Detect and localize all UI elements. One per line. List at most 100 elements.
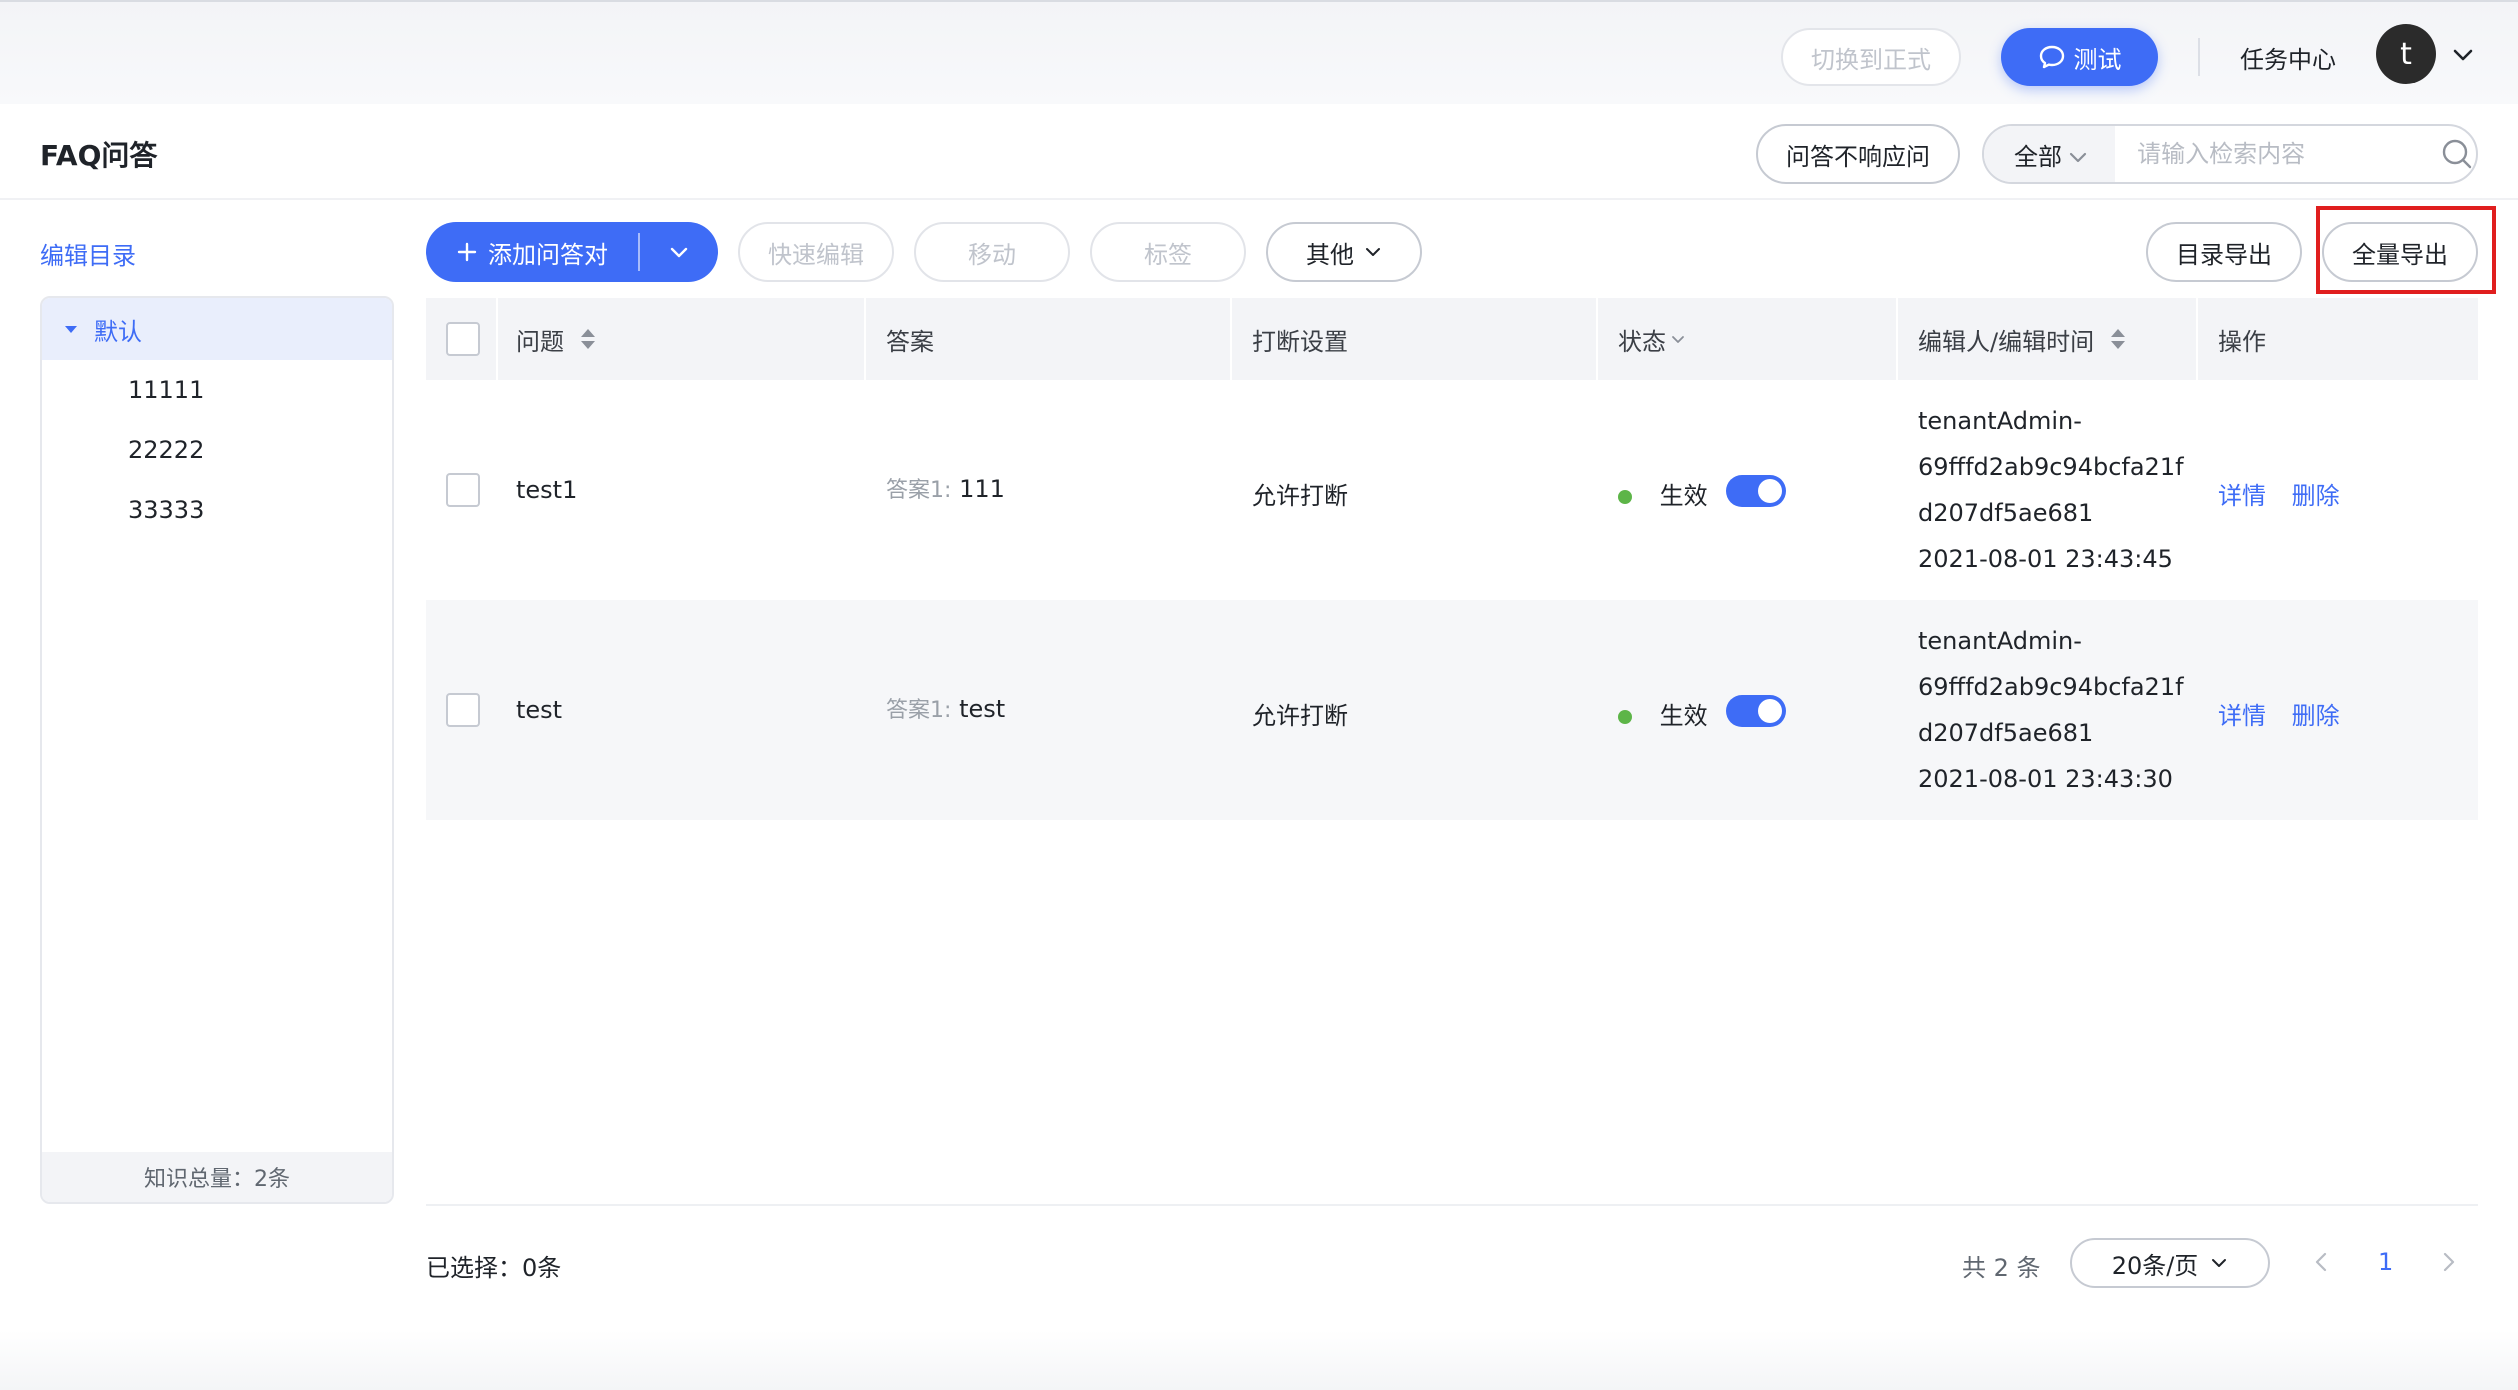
table-row: test1 答案1: 111 允许打断 生效 tenantAdmin- 69ff… <box>426 380 2478 600</box>
edit-directory-link[interactable]: 编辑目录 <box>40 236 136 271</box>
topbar-divider <box>2198 38 2200 76</box>
test-button-label: 测试 <box>2073 45 2122 74</box>
row-interrupt: 允许打断 <box>1252 702 1348 730</box>
tree-item[interactable]: 11111 <box>42 360 392 420</box>
row-question: test1 <box>516 476 578 504</box>
editor-name-line: d207df5ae681 <box>1918 719 2094 747</box>
avatar[interactable]: t <box>2376 24 2436 84</box>
chat-bubble-icon <box>2039 45 2064 69</box>
search-bar: 全部 <box>1982 124 2478 184</box>
column-header-label: 状态 <box>1618 327 1666 356</box>
answer-label: 答案1: <box>886 478 952 503</box>
bottom-fade <box>0 1330 2518 1390</box>
column-header-status[interactable]: 状态 <box>1618 298 1686 380</box>
knowledge-total: 知识总量：2条 <box>42 1152 392 1202</box>
tree-item-label: 默认 <box>94 317 142 346</box>
chevron-down-icon <box>2070 152 2087 163</box>
row-cell-select <box>446 693 480 727</box>
row-answer: 答案1: 111 <box>886 472 1005 504</box>
row-editor: tenantAdmin- 69fffd2ab9c94bcfa21f d207df… <box>1918 398 2184 582</box>
edit-time: 2021-08-01 23:43:30 <box>1918 765 2173 793</box>
row-status: 生效 <box>1618 476 1708 511</box>
status-dot <box>1618 710 1632 724</box>
search-scope-select[interactable]: 全部 <box>1984 126 2116 182</box>
detail-link[interactable]: 详情 <box>2218 482 2266 510</box>
column-divider <box>1896 298 1898 380</box>
editor-name-line: 69fffd2ab9c94bcfa21f <box>1918 673 2184 701</box>
total-count: 共 2 条 <box>1962 1254 2041 1282</box>
move-button[interactable]: 移动 <box>914 222 1070 282</box>
detail-link[interactable]: 详情 <box>2218 702 2266 730</box>
tree-item[interactable]: 22222 <box>42 420 392 480</box>
directory-export-button[interactable]: 目录导出 <box>2146 222 2302 282</box>
tree-item[interactable]: 33333 <box>42 480 392 540</box>
task-center-link[interactable]: 任务中心 <box>2240 40 2336 75</box>
row-checkbox[interactable] <box>446 693 480 727</box>
faq-table: 问题 答案 打断设置 状态 编辑人/编辑时间 操作 test1 答案1: 111… <box>426 298 2478 820</box>
test-button[interactable]: 测试 <box>2001 28 2158 86</box>
other-button[interactable]: 其他 <box>1266 222 1422 282</box>
switch-to-production-button[interactable]: 切换到正式 <box>1781 28 1961 86</box>
row-status: 生效 <box>1618 696 1708 731</box>
chevron-down-icon <box>1672 336 1684 343</box>
row-checkbox[interactable] <box>446 473 480 507</box>
row-actions: 详情 删除 <box>2218 696 2340 731</box>
delete-link[interactable]: 删除 <box>2292 702 2340 730</box>
editor-name-line: tenantAdmin- <box>1918 407 2082 435</box>
status-label: 生效 <box>1659 702 1708 730</box>
editor-name-line: 69fffd2ab9c94bcfa21f <box>1918 453 2184 481</box>
answer-value: test <box>959 695 1006 723</box>
row-cell-select <box>446 473 480 507</box>
column-header-editor[interactable]: 编辑人/编辑时间 <box>1918 298 2128 380</box>
delete-link[interactable]: 删除 <box>2292 482 2340 510</box>
status-toggle[interactable] <box>1726 475 1786 507</box>
unresponsive-questions-button[interactable]: 问答不响应问 <box>1756 124 1960 184</box>
column-divider <box>496 298 498 380</box>
add-qa-pair-dropdown[interactable] <box>640 222 718 282</box>
chevron-down-icon <box>1366 248 1380 256</box>
column-divider <box>1596 298 1598 380</box>
quick-edit-button[interactable]: 快速编辑 <box>738 222 894 282</box>
page-number-current[interactable]: 1 <box>2378 1248 2393 1276</box>
caret-down-icon[interactable] <box>62 320 80 338</box>
edit-time: 2021-08-01 23:43:45 <box>1918 545 2173 573</box>
search-icon[interactable] <box>2437 126 2476 182</box>
page-size-value: 20条/页 <box>2111 1251 2199 1280</box>
status-dot <box>1618 490 1632 504</box>
row-actions: 详情 删除 <box>2218 476 2340 511</box>
column-header-label: 问题 <box>516 327 564 356</box>
other-button-label: 其他 <box>1306 240 1354 269</box>
sort-icon[interactable] <box>2108 326 2128 352</box>
add-qa-pair-button: 添加问答对 <box>426 222 718 282</box>
column-header-question[interactable]: 问题 <box>516 298 598 380</box>
tag-button[interactable]: 标签 <box>1090 222 1246 282</box>
answer-value: 111 <box>959 475 1005 503</box>
select-all-checkbox[interactable] <box>446 322 480 356</box>
sort-icon[interactable] <box>578 326 598 352</box>
column-header-answer: 答案 <box>886 327 934 356</box>
page-size-select[interactable]: 20条/页 <box>2070 1238 2270 1288</box>
column-divider <box>864 298 866 380</box>
add-qa-pair-main[interactable]: 添加问答对 <box>426 222 638 282</box>
select-all-cell <box>446 298 480 380</box>
row-editor: tenantAdmin- 69fffd2ab9c94bcfa21f d207df… <box>1918 618 2184 802</box>
column-header-label: 编辑人/编辑时间 <box>1918 327 2095 356</box>
editor-name-line: d207df5ae681 <box>1918 499 2094 527</box>
column-header-actions: 操作 <box>2218 327 2266 356</box>
faq-page: 切换到正式 测试 任务中心 t FAQ问答 问答不响应问 全部 请输入检索内容 … <box>0 0 2518 1390</box>
chevron-right-icon[interactable] <box>2436 1250 2460 1274</box>
chevron-down-icon[interactable] <box>2450 42 2476 68</box>
row-question: test <box>516 696 563 724</box>
chevron-left-icon[interactable] <box>2310 1250 2334 1274</box>
editor-name-line: tenantAdmin- <box>1918 627 2082 655</box>
selected-count: 已选择：0条 <box>426 1254 562 1282</box>
answer-label: 答案1: <box>886 698 952 723</box>
chevron-down-icon <box>2212 1259 2227 1267</box>
full-export-button[interactable]: 全量导出 <box>2322 222 2478 282</box>
status-toggle[interactable] <box>1726 695 1786 727</box>
toolbar: 添加问答对 快速编辑 移动 标签 其他 目录导出 全量导出 <box>426 222 2478 282</box>
status-label: 生效 <box>1659 482 1708 510</box>
tree-item-default[interactable]: 默认 <box>42 298 392 360</box>
search-input[interactable] <box>2115 126 2438 182</box>
add-qa-pair-label: 添加问答对 <box>488 240 608 269</box>
